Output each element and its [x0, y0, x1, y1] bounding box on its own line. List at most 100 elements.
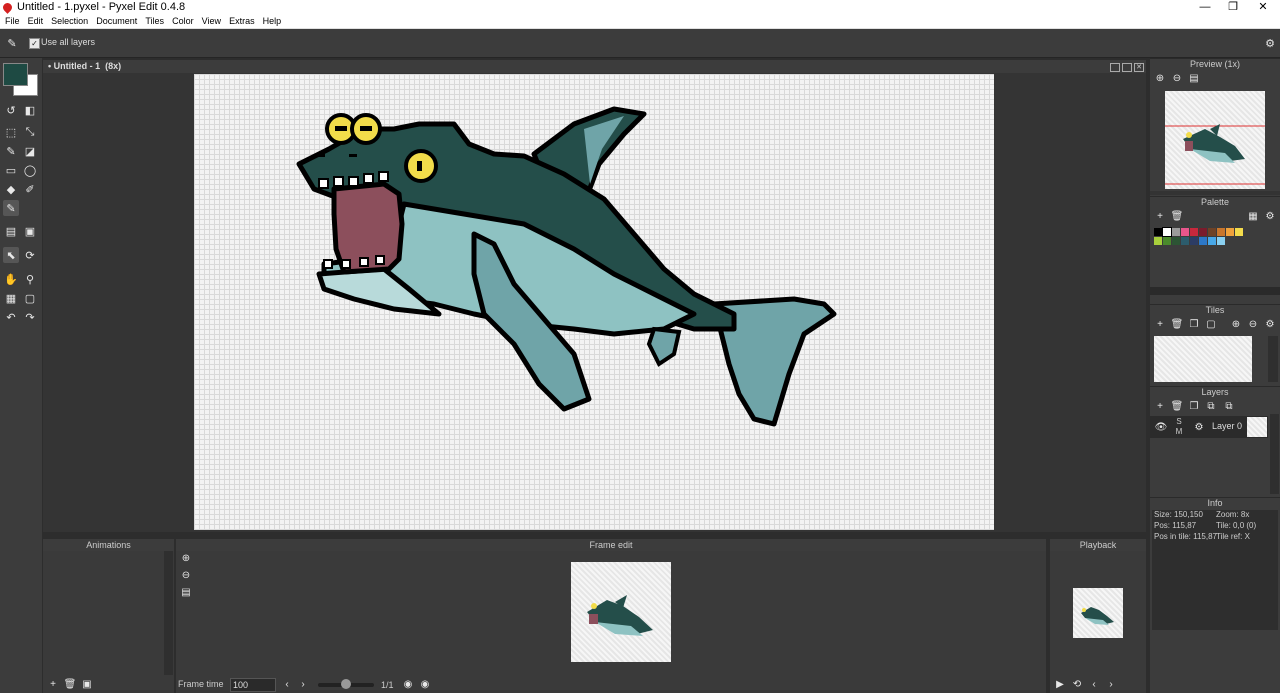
menu-view[interactable]: View	[197, 15, 221, 28]
palette-swatch[interactable]	[1154, 228, 1162, 236]
delete-color-icon[interactable]: 🗑	[1170, 209, 1184, 223]
onion-skin-next-icon[interactable]: ◉	[418, 677, 432, 691]
zoom-icon[interactable]: ⚲	[22, 271, 38, 287]
color-replace-icon[interactable]: ✐	[22, 181, 38, 197]
palette-swatches[interactable]	[1154, 227, 1244, 248]
palette-swatch[interactable]	[1217, 237, 1225, 245]
palette-scrollbar[interactable]	[1150, 287, 1280, 295]
preview-tile-mode-icon[interactable]: ▤	[1187, 71, 1201, 85]
frame-zoom-in-icon[interactable]: ⊕	[179, 551, 193, 565]
settings-gear-icon[interactable]: ⚙	[1262, 35, 1278, 51]
layer-solo-mute-toggle[interactable]: SM	[1174, 417, 1184, 437]
palette-swatch[interactable]	[1199, 228, 1207, 236]
delete-tile-icon[interactable]: 🗑	[1170, 317, 1184, 331]
merge-visible-icon[interactable]: ⧉	[1222, 399, 1236, 413]
add-animation-icon[interactable]: +	[46, 677, 60, 691]
canvas-tab[interactable]: • Untitled - 1 (8x) ✕	[43, 60, 1146, 74]
tiles-zoom-out-icon[interactable]: ⊖	[1246, 317, 1260, 331]
swap-colors-icon[interactable]: ↺	[3, 102, 19, 118]
animations-scrollbar[interactable]	[164, 551, 173, 675]
layer-visibility-eye-icon[interactable]: 👁	[1154, 420, 1168, 434]
frame-tile-mode-icon[interactable]: ▤	[179, 585, 193, 599]
menu-edit[interactable]: Edit	[23, 15, 44, 28]
magic-wand-icon[interactable]: ⤡	[22, 124, 38, 140]
menu-file[interactable]: File	[0, 15, 20, 28]
palette-swatch[interactable]	[1208, 237, 1216, 245]
palette-swatch[interactable]	[1235, 228, 1243, 236]
tile-grid-icon[interactable]: ▦	[3, 290, 19, 306]
pixel-grid-icon[interactable]: ▢	[22, 290, 38, 306]
rect-select-icon[interactable]: ⬚	[3, 124, 19, 140]
onion-skin-prev-icon[interactable]: ◉	[401, 677, 415, 691]
menu-tiles[interactable]: Tiles	[140, 15, 164, 28]
palette-swatch[interactable]	[1208, 228, 1216, 236]
playback-next-icon[interactable]: ›	[1104, 677, 1118, 691]
move-tile-icon[interactable]: ⬉	[3, 247, 19, 263]
fill-bucket-icon[interactable]: ◆	[3, 181, 19, 197]
minimize-canvas-icon[interactable]	[1110, 63, 1120, 72]
palette-swatch[interactable]	[1226, 228, 1234, 236]
palette-swatch[interactable]	[1162, 227, 1172, 237]
palette-swatch[interactable]	[1172, 237, 1180, 245]
frame-zoom-out-icon[interactable]: ⊖	[179, 568, 193, 582]
menu-extras[interactable]: Extras	[224, 15, 255, 28]
add-tile-icon[interactable]: +	[1153, 317, 1167, 331]
frame-slider-thumb[interactable]	[341, 679, 351, 689]
loop-icon[interactable]: ⟲	[1070, 677, 1084, 691]
menu-color[interactable]: Color	[167, 15, 194, 28]
tile-frame-icon[interactable]: ▢	[1204, 317, 1218, 331]
tiles-zoom-in-icon[interactable]: ⊕	[1229, 317, 1243, 331]
redo-icon[interactable]: ↷	[22, 309, 38, 325]
palette-swatch[interactable]	[1190, 228, 1198, 236]
palette-settings-gear-icon[interactable]: ⚙	[1263, 209, 1277, 223]
duplicate-layer-icon[interactable]: ❐	[1187, 399, 1201, 413]
frame-thumbnail[interactable]	[571, 562, 671, 662]
tiles-settings-gear-icon[interactable]: ⚙	[1263, 317, 1277, 331]
tile-rotate-icon[interactable]: ⟳	[22, 247, 38, 263]
preview-zoom-in-icon[interactable]: ⊕	[1153, 71, 1167, 85]
tile-stamp-icon[interactable]: ▤	[3, 223, 19, 239]
close-canvas-icon[interactable]: ✕	[1134, 63, 1144, 72]
add-layer-icon[interactable]: +	[1153, 399, 1167, 413]
layer-name[interactable]: Layer 0	[1212, 421, 1242, 431]
pencil-icon[interactable]: ✎	[3, 143, 19, 159]
prev-frame-icon[interactable]: ‹	[280, 677, 294, 691]
tile-slot[interactable]	[1154, 336, 1252, 382]
sprite-canvas[interactable]	[194, 74, 994, 530]
delete-layer-icon[interactable]: 🗑	[1170, 399, 1184, 413]
delete-animation-icon[interactable]: 🗑	[63, 677, 77, 691]
menu-help[interactable]: Help	[258, 15, 282, 28]
preview-zoom-out-icon[interactable]: ⊖	[1170, 71, 1184, 85]
layers-scrollbar[interactable]	[1270, 414, 1279, 494]
next-frame-icon[interactable]: ›	[296, 677, 310, 691]
palette-swatch[interactable]	[1181, 237, 1189, 245]
restore-canvas-icon[interactable]	[1122, 63, 1132, 72]
tiles-scrollbar[interactable]	[1268, 336, 1278, 382]
palette-swatch[interactable]	[1181, 228, 1189, 236]
copy-tile-icon[interactable]: ❐	[1187, 317, 1201, 331]
palette-swatch[interactable]	[1172, 228, 1180, 236]
palette-presets-icon[interactable]: ▦	[1246, 209, 1260, 223]
frame-time-input[interactable]: 100	[230, 678, 276, 692]
merge-layer-icon[interactable]: ⧉	[1204, 399, 1218, 413]
palette-swatch[interactable]	[1190, 237, 1198, 245]
maximize-button[interactable]: ❐	[1218, 0, 1248, 15]
primary-color-swatch[interactable]	[3, 63, 28, 86]
hand-pan-icon[interactable]: ✋	[3, 271, 19, 287]
play-icon[interactable]: ▶	[1053, 677, 1067, 691]
minimize-button[interactable]: —	[1190, 0, 1220, 15]
menu-document[interactable]: Document	[91, 15, 137, 28]
palette-swatch[interactable]	[1154, 237, 1162, 245]
tile-select-icon[interactable]: ▣	[22, 223, 38, 239]
preview-resize-handle[interactable]	[1150, 191, 1280, 195]
ellipse-icon[interactable]: ◯	[22, 162, 38, 178]
playback-prev-icon[interactable]: ‹	[1087, 677, 1101, 691]
canvas-area[interactable]	[43, 73, 1146, 532]
palette-swatch[interactable]	[1217, 228, 1225, 236]
layer-settings-gear-icon[interactable]: ⚙	[1192, 420, 1206, 434]
palette-swatch[interactable]	[1199, 237, 1207, 245]
color-picker-icon[interactable]: ✎	[3, 200, 19, 216]
layer-row[interactable]: 👁 SM ⚙ Layer 0	[1150, 416, 1268, 438]
undo-icon[interactable]: ↶	[3, 309, 19, 325]
menu-selection[interactable]: Selection	[46, 15, 88, 28]
